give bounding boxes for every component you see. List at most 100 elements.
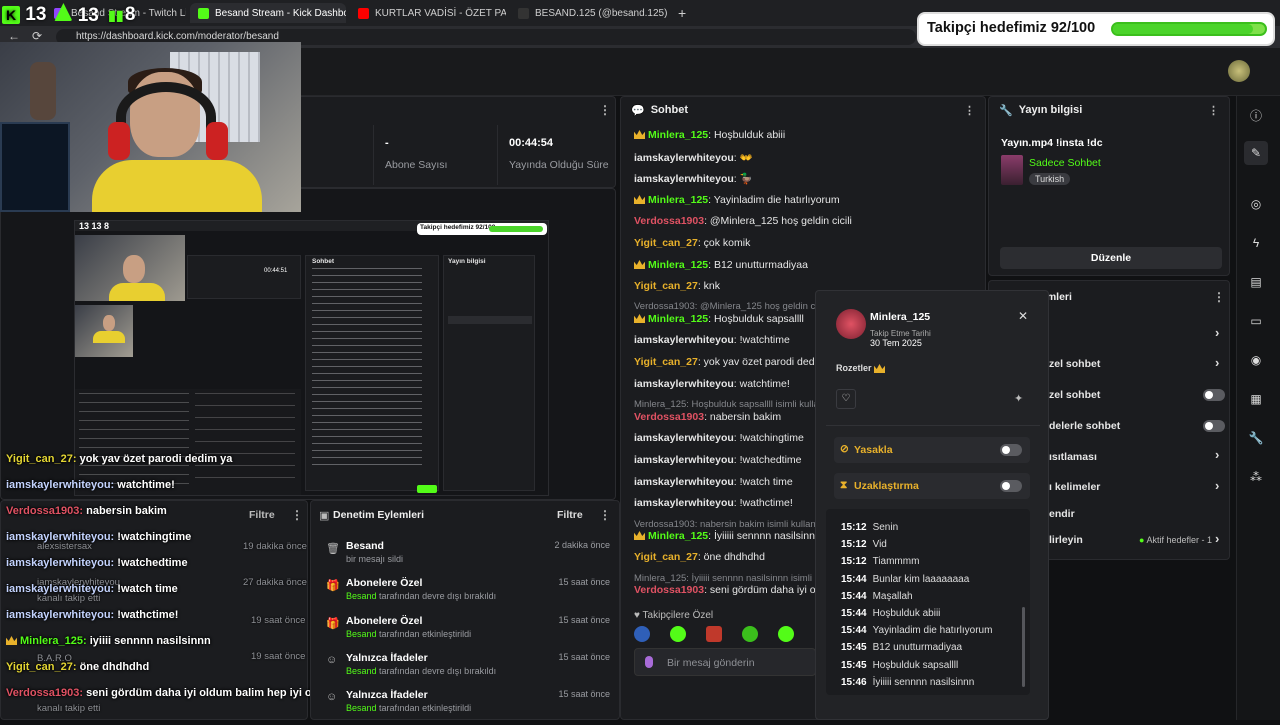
chat-message[interactable]: Yigit_can_27: öne dhdhdhd xyxy=(634,551,765,563)
chevron-right-icon[interactable]: › xyxy=(1215,355,1219,370)
timeout-row[interactable]: ⧗ Uzaklaştırma xyxy=(834,473,1030,499)
avatar[interactable] xyxy=(1228,60,1250,82)
mod-action-row[interactable]: 🗑 Besand bir mesajı sildi 2 dakika önce xyxy=(320,538,616,576)
emote-only-toggle[interactable] xyxy=(1203,420,1225,432)
chat-username[interactable]: Minlera_125 xyxy=(648,194,708,206)
crown-icon xyxy=(874,364,885,373)
mod-action-row[interactable]: 🎁 Abonelere Özel Besand tarafından devre… xyxy=(320,575,616,613)
chat-username[interactable]: Minlera_125 xyxy=(648,530,708,542)
chevron-right-icon[interactable]: › xyxy=(1215,447,1219,462)
chat-message[interactable]: Minlera_125: B12 unutturmadiyaa xyxy=(634,259,808,271)
more-icon[interactable]: ⋮ xyxy=(1208,104,1219,117)
tab-tiktok[interactable]: BESAND.125 (@besand.125) | TikT... ✕ xyxy=(510,3,670,23)
more-icon[interactable]: ⋮ xyxy=(964,104,975,117)
filter-button[interactable]: Filtre xyxy=(249,509,275,521)
tab-kick-dashboard[interactable]: Besand Stream - Kick Dashboard ✕ xyxy=(190,3,346,23)
chat-input[interactable]: Bir mesaj gönderin xyxy=(634,648,816,676)
new-tab-button[interactable]: + xyxy=(670,3,690,23)
mod-action-row[interactable]: ☺ Yalnızca İfadeler Besand tarafından de… xyxy=(320,650,616,688)
microphone-icon[interactable] xyxy=(645,656,653,668)
tab-youtube[interactable]: KURTLAR VADİSİ - ÖZET PARODİ ✕ xyxy=(350,3,506,23)
chat-username[interactable]: iamskaylerwhiteyou xyxy=(634,497,734,509)
chat-username[interactable]: Yigit_can_27 xyxy=(634,237,698,249)
chat-username[interactable]: Yigit_can_27 xyxy=(634,280,698,292)
chat-message[interactable]: iamskaylerwhiteyou: 👐 xyxy=(634,151,753,164)
chat-message[interactable]: iamskaylerwhiteyou: !watchingtime xyxy=(634,432,804,444)
ban-toggle[interactable] xyxy=(1000,444,1022,456)
chat-message[interactable]: Minlera_125: İyiiiii sennnn nasilsinnn xyxy=(634,530,821,542)
nodes-icon[interactable]: ⁂ xyxy=(1244,465,1268,489)
lightning-icon[interactable]: ϟ xyxy=(1244,231,1268,255)
gift-icon: 🎁 xyxy=(326,618,340,630)
chevron-right-icon[interactable]: › xyxy=(1215,478,1219,493)
chevron-right-icon[interactable]: › xyxy=(1215,325,1219,340)
gift-icon[interactable]: ✦ xyxy=(1014,392,1023,405)
chat-message[interactable]: Minlera_125: Yayinladim die hatırlıyorum xyxy=(634,194,840,206)
chat-username[interactable]: Yigit_can_27 xyxy=(634,356,698,368)
chat-username[interactable]: Yigit_can_27 xyxy=(634,551,698,563)
close-icon[interactable]: ✕ xyxy=(1018,309,1028,323)
timeout-toggle[interactable] xyxy=(1000,480,1022,492)
hourglass-icon: ⧗ xyxy=(840,479,848,491)
chat-username[interactable]: Verdossa1903 xyxy=(634,215,704,227)
chat-username[interactable]: Verdossa1903 xyxy=(634,584,704,596)
chat-username[interactable]: Minlera_125 xyxy=(648,129,708,141)
chat-username[interactable]: iamskaylerwhiteyou xyxy=(634,432,734,444)
info-icon[interactable]: ⓘ xyxy=(1244,103,1268,127)
chat-message[interactable]: iamskaylerwhiteyou: 🦆 xyxy=(634,172,753,185)
chat-message[interactable]: Verdossa1903: nabersin bakim xyxy=(634,411,781,423)
chat-bubble-icon[interactable]: ▭ xyxy=(1244,309,1268,333)
chat-message[interactable]: Verdossa1903: @Minlera_125 hoş geldin ci… xyxy=(634,215,852,227)
emote-icon[interactable] xyxy=(634,626,650,642)
clipboard-icon[interactable]: ▦ xyxy=(1244,387,1268,411)
mod-action-row[interactable]: ☺ Yalnızca İfadeler Besand tarafından et… xyxy=(320,687,616,725)
chat-message[interactable]: iamskaylerwhiteyou: watchtime! xyxy=(634,378,790,390)
chat-username[interactable]: Verdossa1903 xyxy=(634,411,704,423)
more-icon[interactable]: ⋮ xyxy=(291,508,303,522)
chat-message[interactable]: iamskaylerwhiteyou: !wathctime! xyxy=(634,497,793,509)
chat-message[interactable]: Yigit_can_27: knk xyxy=(634,280,720,292)
subs-only-toggle[interactable] xyxy=(1203,389,1225,401)
category-link[interactable]: Sadece Sohbet xyxy=(1029,157,1101,169)
mod-action-row[interactable]: 🎁 Abonelere Özel Besand tarafından etkin… xyxy=(320,613,616,651)
emote-icon[interactable] xyxy=(670,626,686,642)
chat-message[interactable]: Yigit_can_27: çok komik xyxy=(634,237,750,249)
divider xyxy=(373,125,374,185)
edit-button[interactable]: Düzenle xyxy=(1000,247,1222,269)
chat-message[interactable]: iamskaylerwhiteyou: !watchedtime xyxy=(634,454,802,466)
heart-icon[interactable]: ♡ xyxy=(836,389,856,409)
more-icon[interactable]: ⋮ xyxy=(599,103,611,117)
more-icon[interactable]: ⋮ xyxy=(599,508,611,522)
target-icon[interactable]: ◎ xyxy=(1244,192,1268,216)
pencil-icon[interactable]: ✎ xyxy=(1244,141,1268,165)
chat-message[interactable]: Yigit_can_27: yok yav özet parodi dedim … xyxy=(634,356,840,368)
back-icon[interactable]: ← xyxy=(8,29,20,43)
chat-username[interactable]: Minlera_125 xyxy=(648,259,708,271)
chat-username[interactable]: iamskaylerwhiteyou xyxy=(634,173,734,185)
active-goals[interactable]: ● Aktif hedefler - 1 xyxy=(1139,535,1212,545)
more-icon[interactable]: ⋮ xyxy=(1213,290,1225,304)
emote-icon[interactable] xyxy=(706,626,722,642)
chat-message[interactable]: Verdossa1903: seni gördüm daha iyi oldum xyxy=(634,584,838,596)
broadcast-icon[interactable]: ◉ xyxy=(1244,348,1268,372)
chat-message[interactable]: iamskaylerwhiteyou: !watchtime xyxy=(634,334,790,346)
wrench-icon[interactable]: 🔧 xyxy=(1244,426,1268,450)
chat-username[interactable]: iamskaylerwhiteyou xyxy=(634,152,734,164)
ban-row[interactable]: ⊘ Yasakla xyxy=(834,437,1030,463)
chat-username[interactable]: Minlera_125 xyxy=(648,313,708,325)
chevron-right-icon[interactable]: › xyxy=(1215,531,1219,546)
tag-badge[interactable]: Turkish xyxy=(1029,173,1071,185)
scrollbar[interactable] xyxy=(1022,607,1025,687)
chat-message[interactable]: iamskaylerwhiteyou: !watch time xyxy=(634,476,793,488)
emote-icon[interactable] xyxy=(778,626,794,642)
document-icon[interactable]: ▤ xyxy=(1244,270,1268,294)
chat-username[interactable]: iamskaylerwhiteyou xyxy=(634,334,734,346)
chat-username[interactable]: iamskaylerwhiteyou xyxy=(634,378,734,390)
chat-username[interactable]: iamskaylerwhiteyou xyxy=(634,454,734,466)
chat-message[interactable]: Minlera_125: Hoşbulduk abiii xyxy=(634,129,785,141)
chat-username[interactable]: iamskaylerwhiteyou xyxy=(634,476,734,488)
emote-icon[interactable] xyxy=(742,626,758,642)
reload-icon[interactable]: ⟳ xyxy=(32,29,42,43)
filter-button[interactable]: Filtre xyxy=(557,509,583,521)
chat-message[interactable]: Minlera_125: Hoşbulduk sapsallll xyxy=(634,313,804,325)
